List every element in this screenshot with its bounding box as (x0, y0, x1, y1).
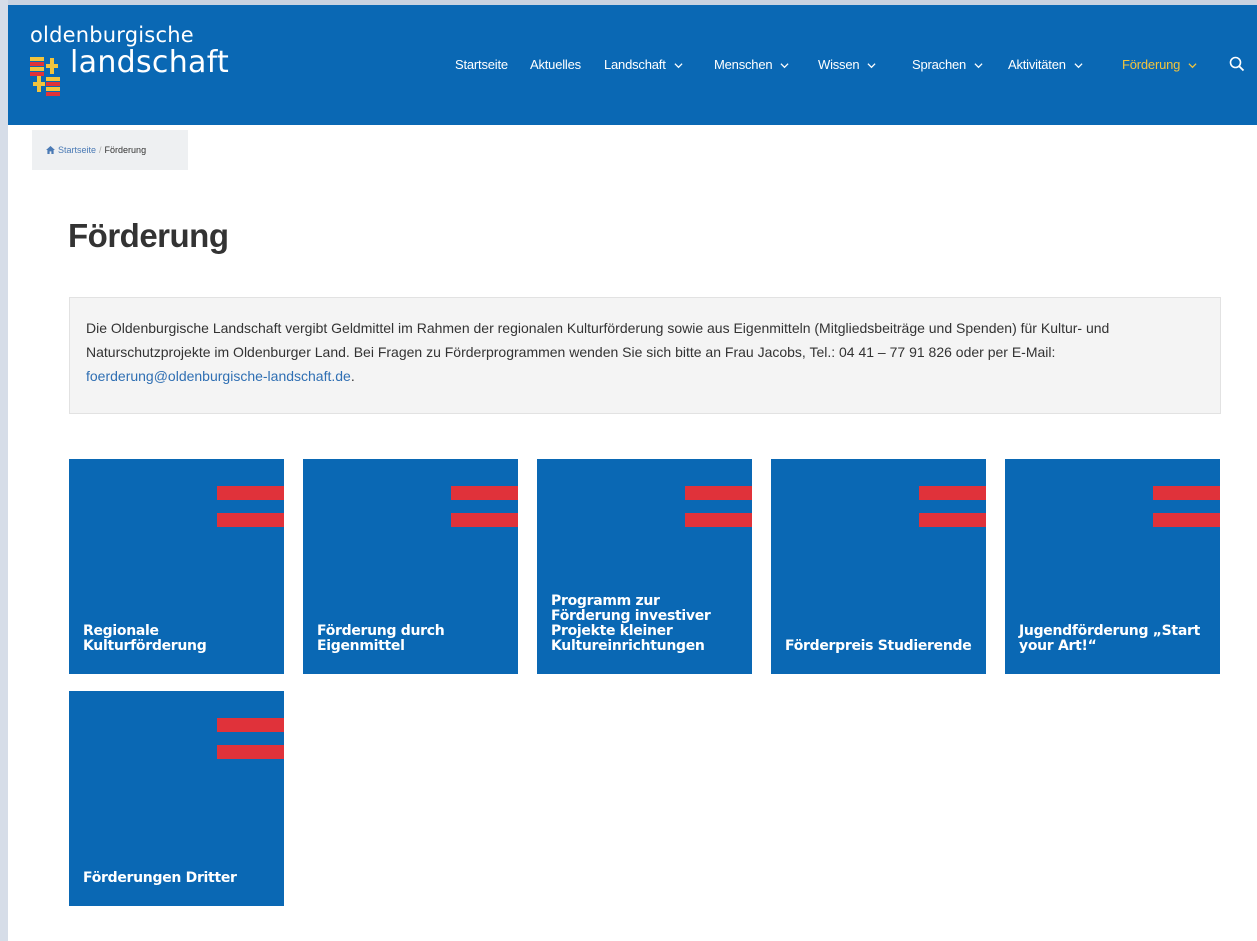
nav-item-menschen[interactable]: Menschen (714, 57, 789, 72)
nav-item-aktuelles[interactable]: Aktuelles (530, 57, 581, 72)
logo-text-top: oldenburgische (30, 23, 194, 47)
home-icon (46, 146, 55, 154)
tile-stripe (451, 486, 518, 500)
tile-foerderpreis-studierende[interactable]: Förderpreis Studierende (771, 459, 986, 674)
nav-label: Wissen (818, 57, 860, 72)
tile-stripe (451, 513, 518, 527)
nav-label: Menschen (714, 57, 773, 72)
nav-label: Förderung (1122, 57, 1181, 72)
tile-label: Jugendförderung „Start your Art!“ (1019, 623, 1200, 654)
site-logo[interactable]: oldenburgische landschaft (30, 23, 290, 113)
tile-stripe (217, 486, 284, 500)
breadcrumb-current: Förderung (104, 145, 147, 155)
nav-item-aktivitaeten[interactable]: Aktivitäten (1008, 57, 1083, 72)
nav-label: Sprachen (912, 57, 967, 72)
tile-jugendfoerderung[interactable]: Jugendförderung „Start your Art!“ (1005, 459, 1220, 674)
chevron-down-icon (780, 63, 789, 69)
chevron-down-icon (1188, 63, 1197, 69)
page-frame: oldenburgische landschaft Startseite Akt… (8, 0, 1257, 941)
nav-item-startseite[interactable]: Startseite (455, 57, 508, 72)
nav-item-sprachen[interactable]: Sprachen (912, 57, 983, 72)
nav-item-landschaft[interactable]: Landschaft (604, 57, 683, 72)
breadcrumb: Startseite / Förderung (32, 130, 188, 170)
tile-stripe (919, 513, 986, 527)
chevron-down-icon (867, 63, 876, 69)
tile-label: Förderpreis Studierende (785, 638, 972, 654)
tile-stripe (1153, 486, 1220, 500)
intro-box: Die Oldenburgische Landschaft vergibt Ge… (69, 297, 1221, 414)
logo-text-main: landschaft (70, 45, 230, 80)
chevron-down-icon (974, 63, 983, 69)
nav-item-foerderung[interactable]: Förderung (1122, 57, 1197, 72)
tile-stripe (685, 513, 752, 527)
breadcrumb-home-link[interactable]: Startseite (58, 145, 96, 155)
nav-item-wissen[interactable]: Wissen (818, 57, 876, 72)
tile-foerderungen-dritter[interactable]: Förderungen Dritter (69, 691, 284, 906)
breadcrumb-separator: / (99, 145, 102, 155)
coat-of-arms-icon (30, 57, 60, 96)
chevron-down-icon (674, 63, 683, 69)
search-icon[interactable] (1229, 56, 1245, 72)
tile-label: Förderungen Dritter (83, 870, 237, 886)
tile-stripe (217, 718, 284, 732)
email-link[interactable]: foerderung@oldenburgische-landschaft.de (86, 368, 351, 384)
tile-label: Regionale Kulturförderung (83, 623, 207, 654)
tile-regionale-kulturfoerderung[interactable]: Regionale Kulturförderung (69, 459, 284, 674)
tile-investive-projekte[interactable]: Programm zur Förderung investiver Projek… (537, 459, 752, 674)
tile-foerderung-eigenmittel[interactable]: Förderung durch Eigenmittel (303, 459, 518, 674)
intro-end: . (350, 368, 355, 384)
nav-label: Aktuelles (530, 57, 581, 72)
tile-stripe (217, 745, 284, 759)
tile-stripe (685, 486, 752, 500)
tile-label: Programm zur Förderung investiver Projek… (551, 593, 711, 654)
nav-label: Landschaft (604, 57, 666, 72)
tile-label: Förderung durch Eigenmittel (317, 623, 445, 654)
tile-stripe (919, 486, 986, 500)
chevron-down-icon (1074, 63, 1083, 69)
intro-text: Die Oldenburgische Landschaft vergibt Ge… (86, 320, 1110, 360)
tile-stripe (217, 513, 284, 527)
site-header: oldenburgische landschaft Startseite Akt… (8, 5, 1257, 125)
page-title: Förderung (68, 217, 229, 254)
tile-stripe (1153, 513, 1220, 527)
nav-label: Aktivitäten (1008, 57, 1066, 72)
nav-label: Startseite (455, 57, 508, 72)
